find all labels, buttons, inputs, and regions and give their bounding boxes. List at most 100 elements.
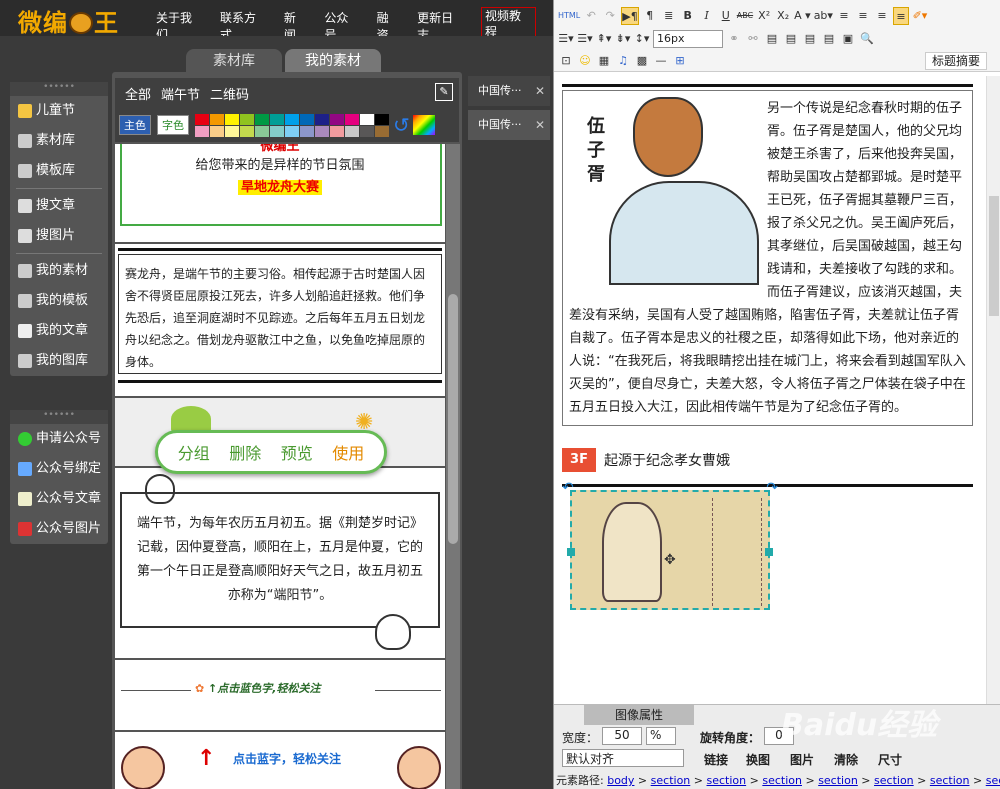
group-button[interactable]: 分组 [178, 440, 210, 464]
font-size-select[interactable]: 16px [653, 30, 723, 48]
preview-button[interactable]: 预览 [281, 440, 313, 464]
ordered-list-icon[interactable]: ☰▾ [558, 30, 574, 48]
bold-icon[interactable]: B [680, 7, 696, 25]
sidebar-item-account-articles[interactable]: 公众号文章 [10, 484, 108, 514]
image-left-icon[interactable]: ▤ [764, 30, 780, 48]
clear-button[interactable]: 清除 [834, 751, 858, 768]
element-path-link[interactable]: body [607, 774, 634, 787]
image-properties-tab[interactable]: 图像属性 [584, 705, 694, 725]
color-swatch[interactable] [360, 125, 374, 137]
reset-icon[interactable]: ↺ [393, 113, 410, 137]
undo-icon[interactable]: ↶ [583, 7, 599, 25]
editor-scroll-thumb[interactable] [989, 196, 999, 316]
format-icon[interactable]: ≣ [661, 7, 677, 25]
rotate-handle-icon[interactable]: ↶ [562, 480, 574, 496]
color-swatch[interactable] [225, 125, 239, 137]
close-icon[interactable]: ✕ [535, 110, 545, 140]
unordered-list-icon[interactable]: ☰▾ [577, 30, 593, 48]
doc-tab-1[interactable]: 中国传··· ✕ [468, 76, 550, 106]
main-color-button[interactable]: 主色 [119, 115, 151, 135]
align-select[interactable]: 默认对齐 [562, 749, 684, 767]
material-scroll-thumb[interactable] [448, 294, 458, 544]
section-heading-3[interactable]: 3F 起源于纪念孝女曹娥 [562, 448, 973, 472]
line-height-icon[interactable]: ↕▾ [634, 30, 650, 48]
link-icon[interactable]: ⚭ [726, 30, 742, 48]
color-swatch[interactable] [330, 113, 344, 125]
editor-document[interactable]: 伍子胥 另一个传说是纪念春秋时期的伍子胥。伍子胥是楚国人，他的父兄均被楚王杀害了… [562, 84, 973, 704]
sidebar-item-my-templates[interactable]: 我的模板 [10, 286, 108, 316]
underline-icon[interactable]: U [718, 7, 734, 25]
editor-scrollbar[interactable] [986, 76, 1000, 704]
color-swatch[interactable] [375, 113, 389, 125]
resize-handle-left[interactable] [567, 548, 575, 556]
video-icon[interactable]: ▩ [634, 52, 650, 70]
color-swatch[interactable] [195, 113, 209, 125]
color-swatch[interactable] [315, 125, 329, 137]
color-swatch[interactable] [360, 113, 374, 125]
filter-all[interactable]: 全部 [125, 84, 151, 103]
horizontal-rule-icon[interactable]: — [653, 52, 669, 70]
wu-zixu-portrait[interactable]: 伍子胥 [569, 95, 759, 285]
sidebar-item-account-images[interactable]: 公众号图片 [10, 514, 108, 544]
material-card-6[interactable]: ↑ 点击蓝字，轻松关注 [115, 730, 445, 789]
logo[interactable]: 微编王 [18, 3, 119, 38]
element-path-link[interactable]: section [930, 774, 970, 787]
color-swatch[interactable] [240, 113, 254, 125]
color-swatch[interactable] [300, 113, 314, 125]
color-swatch[interactable] [195, 125, 209, 137]
doc-tab-2[interactable]: 中国传··· ✕ [468, 110, 550, 140]
color-swatch[interactable] [270, 113, 284, 125]
sidebar-item-my-articles[interactable]: 我的文章 [10, 316, 108, 346]
sidebar-drag-handle-2[interactable]: •••••• [10, 410, 108, 424]
link-button[interactable]: 链接 [704, 751, 728, 768]
element-path-link[interactable]: section [986, 774, 1000, 787]
align-right-icon[interactable]: ≡ [874, 7, 890, 25]
sidebar-item-childrens-day[interactable]: 儿童节 [10, 96, 108, 126]
color-swatch[interactable] [375, 125, 389, 137]
rotate-handle-icon-2[interactable]: ↷ [766, 480, 778, 496]
color-palette[interactable] [195, 113, 389, 137]
selected-image-cao-e[interactable]: ✥ ↶ ↷ [562, 480, 778, 610]
sidebar-drag-handle[interactable]: •••••• [10, 82, 108, 96]
color-swatch[interactable] [345, 125, 359, 137]
element-path-link[interactable]: section [707, 774, 747, 787]
align-left-icon[interactable]: ≡ [836, 7, 852, 25]
element-path-link[interactable]: section [818, 774, 858, 787]
image-none-icon[interactable]: ▤ [783, 30, 799, 48]
spacing-before-icon[interactable]: ⇞▾ [596, 30, 612, 48]
table-icon[interactable]: ⊞ [672, 52, 688, 70]
color-swatch[interactable] [300, 125, 314, 137]
replace-image-button[interactable]: 换图 [746, 751, 770, 768]
width-input[interactable]: 50 [602, 727, 642, 745]
align-center-icon[interactable]: ≡ [855, 7, 871, 25]
image-settings-button[interactable]: 图片 [790, 751, 814, 768]
width-unit-select[interactable]: % [646, 727, 676, 745]
rainbow-picker-icon[interactable] [412, 115, 435, 135]
cursor-icon[interactable]: ▶¶ [621, 7, 639, 25]
redo-icon[interactable]: ↷ [602, 7, 618, 25]
tab-my-materials[interactable]: 我的素材 [285, 49, 381, 73]
color-swatch[interactable] [255, 125, 269, 137]
material-card-2[interactable]: 赛龙舟，是端午节的主要习俗。相传起源于古时楚国人因舍不得贤臣屈原投江死去，许多人… [115, 242, 445, 388]
align-justify-icon[interactable]: ≡ [892, 7, 909, 25]
resize-handle-right[interactable] [765, 548, 773, 556]
sidebar-item-search-articles[interactable]: 搜文章 [10, 191, 108, 221]
font-color-button[interactable]: 字色 [157, 115, 189, 135]
search-replace-icon[interactable]: 🔍 [859, 30, 875, 48]
italic-icon[interactable]: I [699, 7, 715, 25]
close-icon[interactable]: ✕ [535, 76, 545, 106]
material-scrollbar[interactable] [446, 144, 460, 789]
element-path-link[interactable]: section [651, 774, 691, 787]
color-swatch[interactable] [255, 113, 269, 125]
subscript-icon[interactable]: X₂ [775, 7, 791, 25]
sidebar-item-bind-account[interactable]: 公众号绑定 [10, 454, 108, 484]
use-button[interactable]: 使用 [332, 440, 364, 464]
delete-button[interactable]: 删除 [229, 440, 261, 464]
sidebar-item-search-images[interactable]: 搜图片 [10, 221, 108, 251]
edit-icon[interactable]: ✎ [435, 83, 453, 101]
title-summary-button[interactable]: 标题摘要 [924, 52, 987, 70]
material-card-4[interactable]: 端午节，为每年农历五月初五。据《荆楚岁时记》记载，因仲夏登高，顺阳在上，五月是仲… [115, 466, 445, 658]
color-swatch[interactable] [225, 113, 239, 125]
sidebar-item-material-library[interactable]: 素材库 [10, 126, 108, 156]
superscript-icon[interactable]: X² [756, 7, 772, 25]
